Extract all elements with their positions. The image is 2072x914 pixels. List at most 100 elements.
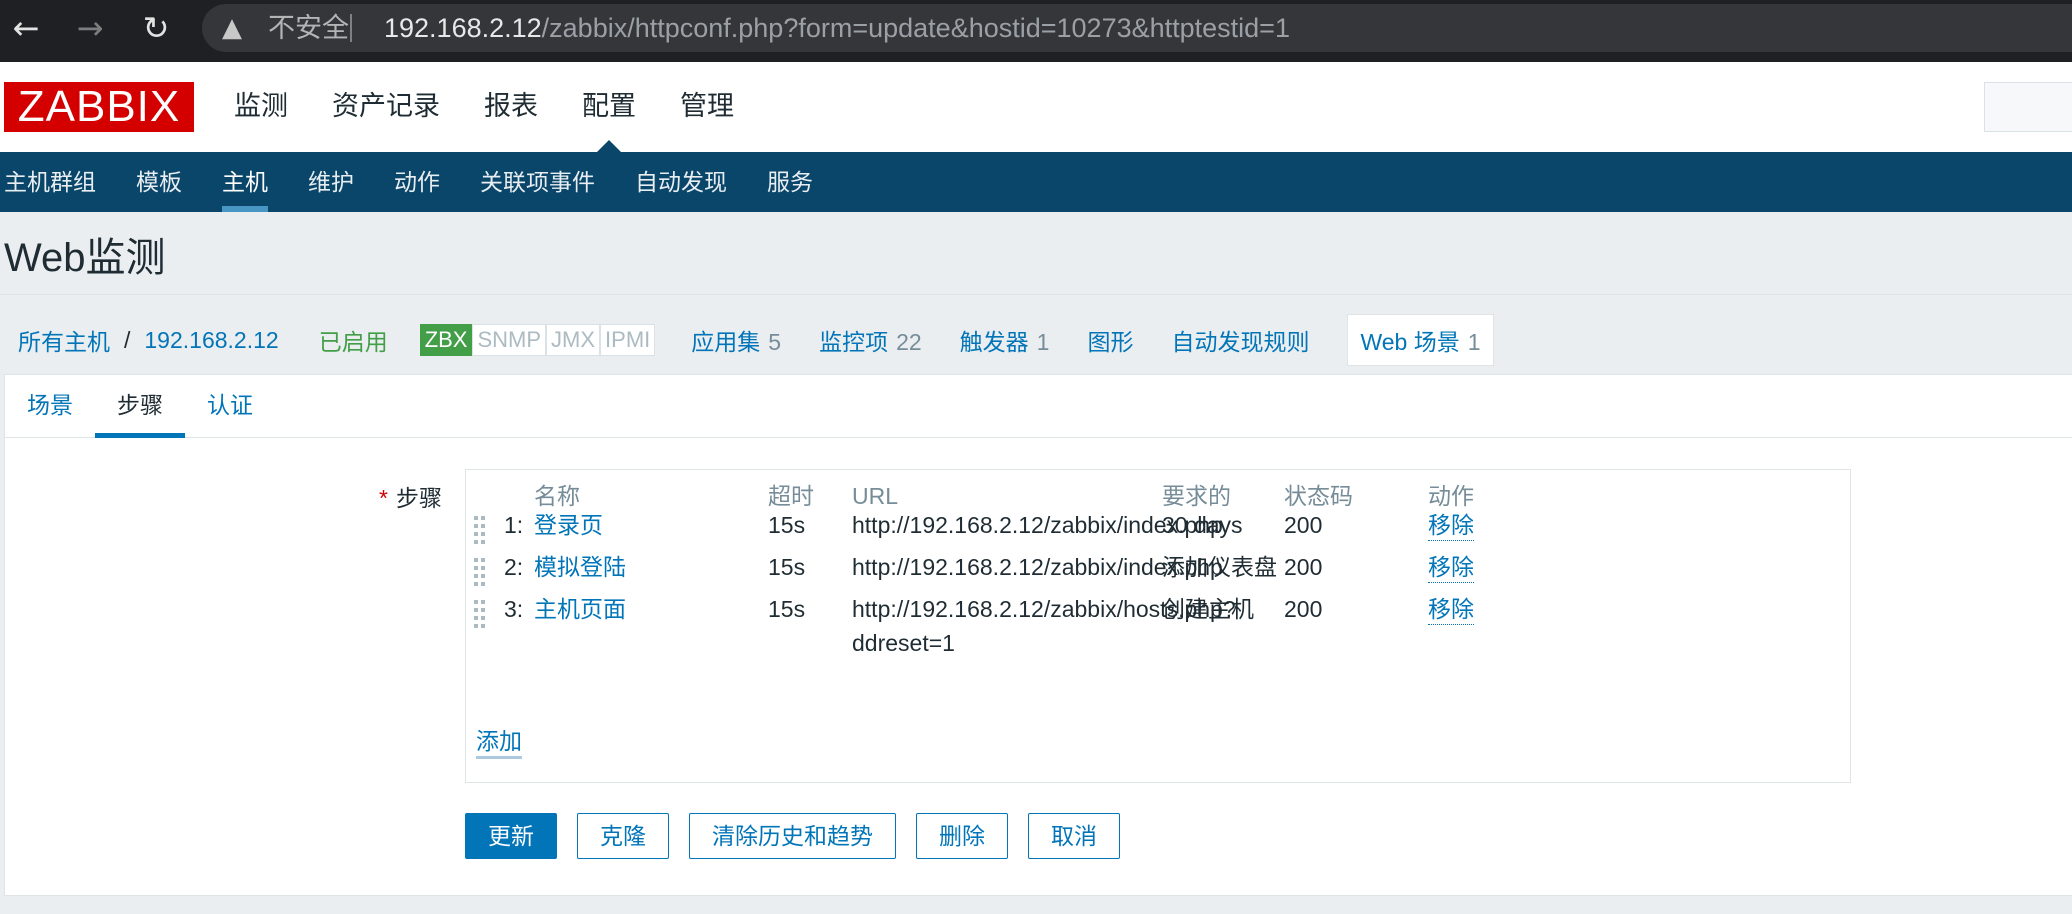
link-graphs[interactable]: 图形 (1087, 323, 1133, 357)
step-required: 30 days (1162, 512, 1243, 538)
sub-menu-host-groups[interactable]: 主机群组 (0, 152, 116, 212)
sub-menu-event-correlation[interactable]: 关联项事件 (460, 152, 615, 212)
step-timeout: 15s (768, 596, 806, 622)
column-header-status-code: 状态码 (1284, 483, 1353, 509)
clear-history-button[interactable]: 清除历史和趋势 (689, 813, 896, 859)
update-button[interactable]: 更新 (465, 813, 557, 859)
main-menu-reports[interactable]: 报表 (484, 62, 538, 152)
title-divider (0, 294, 2072, 295)
form-buttons: 更新 克隆 清除历史和趋势 删除 取消 (465, 813, 1140, 859)
step-number: 1: (504, 512, 524, 538)
availability-zbx: ZBX (419, 324, 473, 356)
step-timeout: 15s (768, 554, 806, 580)
step-name-link[interactable]: 主机页面 (534, 592, 626, 626)
step-name-link[interactable]: 登录页 (534, 508, 603, 542)
warning-icon[interactable]: ▲ (222, 10, 242, 46)
drag-handle-icon[interactable] (474, 598, 488, 632)
page-content: Web监测 所有主机 / 192.168.2.12 已启用 ZBX SNMP J… (0, 212, 2072, 914)
status-badge[interactable]: 已启用 (319, 323, 388, 357)
link-discovery-rules-label: 自动发现规则 (1171, 329, 1310, 355)
breadcrumb-all-hosts[interactable]: 所有主机 (18, 323, 110, 357)
page-title: Web监测 (4, 236, 166, 280)
breadcrumb-host[interactable]: 192.168.2.12 (144, 327, 278, 354)
address-bar[interactable]: ▲ 不安全 192.168.2.12/zabbix/httpconf.php?f… (202, 4, 2072, 52)
sub-menu-maintenance[interactable]: 维护 (288, 152, 374, 212)
link-triggers[interactable]: 触发器 1 (960, 323, 1050, 357)
zabbix-logo[interactable]: ZABBIX (4, 82, 194, 132)
delete-button[interactable]: 删除 (916, 813, 1008, 859)
steps-label: * 步骤 (379, 479, 442, 513)
link-discovery-rules[interactable]: 自动发现规则 (1171, 323, 1309, 357)
link-applications[interactable]: 应用集 5 (691, 323, 781, 357)
availability-ipmi: IPMI (600, 324, 656, 356)
clone-button[interactable]: 克隆 (577, 813, 669, 859)
link-web-scenarios[interactable]: Web 场景 1 (1347, 314, 1494, 366)
search-box[interactable] (1984, 82, 2072, 132)
remove-step-link[interactable]: 移除 (1428, 510, 1474, 541)
link-applications-label: 应用集 (691, 329, 761, 355)
step-timeout: 15s (768, 512, 806, 538)
link-web-scenarios-label: Web 场景 (1360, 329, 1460, 355)
main-menu-inventory[interactable]: 资产记录 (332, 62, 440, 152)
add-step-link[interactable]: 添加 (476, 726, 522, 759)
url-text[interactable]: 192.168.2.12/zabbix/httpconf.php?form=up… (384, 10, 1290, 46)
column-header-timeout: 超时 (768, 483, 814, 509)
tab-authentication[interactable]: 认证 (185, 375, 275, 437)
column-header-required: 要求的 (1162, 483, 1231, 509)
step-number: 2: (504, 554, 524, 580)
column-header-url: URL (852, 483, 899, 509)
remove-step-link[interactable]: 移除 (1428, 594, 1474, 625)
sub-menu-templates[interactable]: 模板 (116, 152, 202, 212)
link-items[interactable]: 监控项 22 (819, 323, 922, 357)
link-web-scenarios-count: 1 (1467, 329, 1481, 355)
sub-menu-discovery[interactable]: 自动发现 (615, 152, 747, 212)
step-name-link[interactable]: 模拟登陆 (534, 550, 626, 584)
steps-table: 名称 超时 URL 要求的 状态码 动作 1: 登录页 15s http://1… (465, 469, 1851, 783)
link-graphs-label: 图形 (1087, 329, 1134, 355)
sub-menu: 主机群组 模板 主机 维护 动作 关联项事件 自动发现 服务 (0, 152, 2072, 212)
step-required: 创建主机 (1162, 596, 1254, 622)
sub-menu-services[interactable]: 服务 (747, 152, 833, 212)
reload-icon[interactable]: ↻ (136, 8, 176, 48)
address-separator (350, 14, 352, 42)
form-card: 场景 步骤 认证 * 步骤 名称 超时 URL 要求的 状态码 动作 1: 登录页… (4, 374, 2072, 896)
forward-arrow-icon[interactable]: → (70, 8, 110, 48)
sub-menu-actions[interactable]: 动作 (374, 152, 460, 212)
main-menu: 监测 资产记录 报表 配置 管理 (234, 62, 778, 152)
step-status-code: 200 (1284, 512, 1323, 538)
column-header-action: 动作 (1428, 483, 1474, 509)
url-path: /zabbix/httpconf.php?form=update&hostid=… (541, 13, 1290, 43)
drag-handle-icon[interactable] (474, 514, 488, 548)
tab-scenario[interactable]: 场景 (5, 375, 95, 437)
link-items-count: 22 (896, 329, 922, 355)
main-menu-configuration[interactable]: 配置 (582, 62, 636, 152)
step-number: 3: (504, 596, 524, 622)
breadcrumb-separator: / (124, 326, 131, 353)
link-triggers-label: 触发器 (959, 329, 1029, 355)
url-host: 192.168.2.12 (384, 13, 542, 43)
step-required: 添加仪表盘 (1162, 554, 1277, 580)
step-status-code: 200 (1284, 554, 1323, 580)
top-header: ZABBIX 监测 资产记录 报表 配置 管理 (0, 62, 2072, 152)
link-applications-count: 5 (768, 329, 782, 355)
availability-snmp: SNMP (472, 324, 547, 356)
main-menu-monitoring[interactable]: 监测 (234, 62, 288, 152)
required-marker: * (379, 485, 388, 511)
link-triggers-count: 1 (1036, 329, 1050, 355)
tab-steps[interactable]: 步骤 (95, 375, 185, 438)
link-items-label: 监控项 (819, 329, 889, 355)
step-url-continued: ddreset=1 (852, 630, 955, 656)
drag-handle-icon[interactable] (474, 556, 488, 590)
back-arrow-icon[interactable]: ← (6, 8, 46, 48)
remove-step-link[interactable]: 移除 (1428, 552, 1474, 583)
sub-menu-hosts[interactable]: 主机 (202, 152, 288, 212)
step-status-code: 200 (1284, 596, 1323, 622)
browser-toolbar: ← → ↻ ▲ 不安全 192.168.2.12/zabbix/httpconf… (0, 0, 2072, 62)
main-menu-administration[interactable]: 管理 (680, 62, 734, 152)
steps-label-text: 步骤 (395, 485, 442, 511)
not-secure-label[interactable]: 不安全 (268, 10, 349, 46)
breadcrumb: 所有主机 / 192.168.2.12 已启用 ZBX SNMP JMX IPM… (0, 314, 1532, 366)
form-tabs: 场景 步骤 认证 (5, 375, 2072, 438)
cancel-button[interactable]: 取消 (1028, 813, 1120, 859)
availability-indicators: ZBX SNMP JMX IPMI (419, 324, 656, 356)
